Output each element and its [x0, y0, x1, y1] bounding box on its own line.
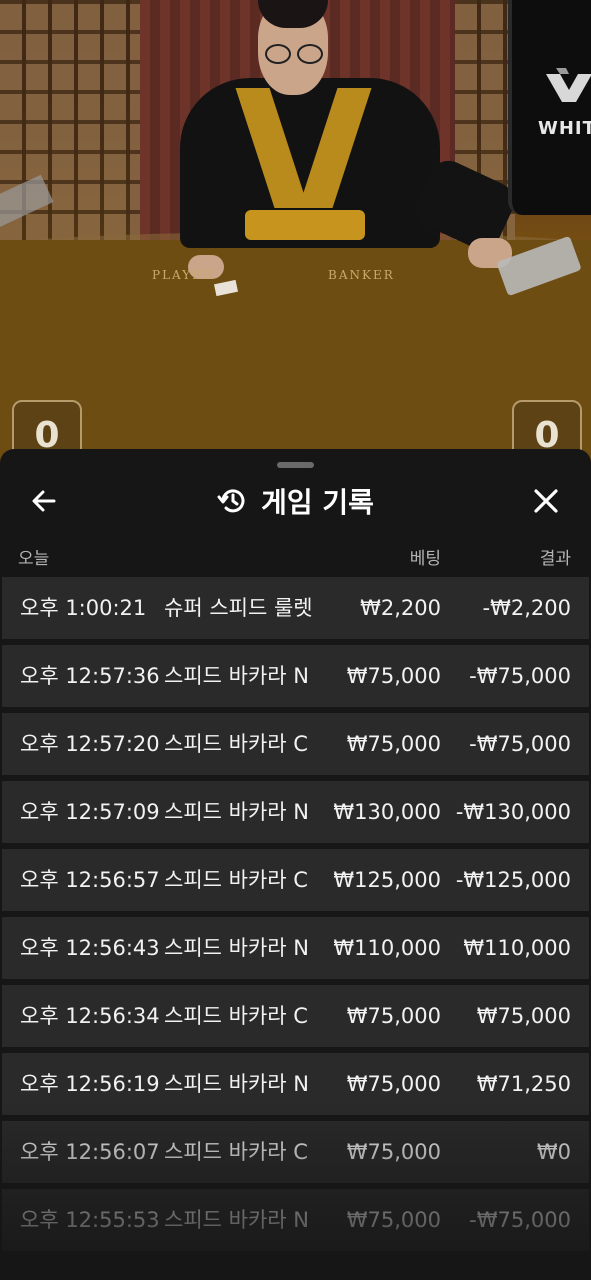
row-bet: ₩125,000: [333, 868, 441, 892]
row-bet: ₩75,000: [346, 664, 441, 688]
row-bet: ₩2,200: [360, 596, 441, 620]
bet-column-header: 베팅: [409, 549, 441, 569]
row-bet: ₩110,000: [333, 936, 441, 960]
row-bet: ₩75,000: [346, 1072, 441, 1096]
row-time: 오후 12:57:09: [20, 800, 160, 824]
row-result: -₩130,000: [455, 800, 571, 824]
close-icon: [534, 489, 558, 513]
row-game: 스피드 바카라 N: [164, 936, 309, 960]
row-time: 오후 12:56:19: [20, 1072, 160, 1096]
row-bet: ₩75,000: [346, 732, 441, 756]
row-result: -₩75,000: [469, 732, 571, 756]
row-game: 스피드 바카라 C: [164, 868, 308, 892]
row-game: 슈퍼 스피드 룰렛: [164, 596, 313, 620]
history-row[interactable]: 오후 12:57:20 스피드 바카라 C ₩75,000 -₩75,000: [2, 713, 589, 775]
row-time: 오후 12:55:53: [20, 1208, 160, 1232]
history-row[interactable]: 오후 12:56:19 스피드 바카라 N ₩75,000 ₩71,250: [2, 1053, 589, 1115]
brand-logo-icon: [546, 68, 591, 102]
row-game: 스피드 바카라 N: [164, 1208, 309, 1232]
history-row[interactable]: 오후 12:56:43 스피드 바카라 N ₩110,000 ₩110,000: [2, 917, 589, 979]
row-time: 오후 12:56:43: [20, 936, 160, 960]
row-result: ₩71,250: [476, 1072, 571, 1096]
live-dealer-video: PLAYER BANKER WHITE 0 0: [0, 0, 591, 470]
row-result: ₩0: [536, 1140, 571, 1164]
row-result: ₩75,000: [476, 1004, 571, 1028]
drag-handle[interactable]: [277, 462, 314, 468]
row-time: 오후 1:00:21: [20, 596, 147, 620]
row-time: 오후 12:57:36: [20, 664, 160, 688]
row-time: 오후 12:57:20: [20, 732, 160, 756]
row-game: 스피드 바카라 C: [164, 1140, 308, 1164]
history-row[interactable]: 오후 12:56:07 스피드 바카라 C ₩75,000 ₩0: [2, 1121, 589, 1183]
row-result: -₩125,000: [455, 868, 571, 892]
date-group-label: 오늘: [18, 549, 50, 569]
history-row[interactable]: 오후 1:00:21 슈퍼 스피드 룰렛 ₩2,200 -₩2,200: [2, 577, 589, 639]
felt-banker-label: BANKER: [328, 268, 395, 282]
row-time: 오후 12:56:34: [20, 1004, 160, 1028]
history-row[interactable]: 오후 12:57:09 스피드 바카라 N ₩130,000 -₩130,000: [2, 781, 589, 843]
row-bet: ₩75,000: [346, 1004, 441, 1028]
row-result: ₩110,000: [463, 936, 571, 960]
dealer-glasses: [263, 44, 323, 64]
history-list[interactable]: 오후 1:00:21 슈퍼 스피드 룰렛 ₩2,200 -₩2,200 오후 1…: [0, 577, 591, 1257]
row-game: 스피드 바카라 N: [164, 800, 309, 824]
result-column-header: 결과: [539, 549, 571, 569]
row-game: 스피드 바카라 N: [164, 664, 309, 688]
history-row[interactable]: 오후 12:55:53 스피드 바카라 N ₩75,000 -₩75,000: [2, 1189, 589, 1251]
dealer-sash: [245, 210, 365, 240]
history-row[interactable]: 오후 12:56:34 스피드 바카라 C ₩75,000 ₩75,000: [2, 985, 589, 1047]
row-result: -₩75,000: [469, 664, 571, 688]
row-bet: ₩75,000: [346, 1208, 441, 1232]
history-row[interactable]: 오후 12:56:57 스피드 바카라 C ₩125,000 -₩125,000: [2, 849, 589, 911]
history-row[interactable]: 오후 12:57:36 스피드 바카라 N ₩75,000 -₩75,000: [2, 645, 589, 707]
game-history-sheet: 게임 기록 오늘 베팅 결과 오후 1:00:21 슈퍼 스피드 룰렛 ₩2,2…: [0, 449, 591, 1280]
row-game: 스피드 바카라 C: [164, 732, 308, 756]
row-bet: ₩130,000: [333, 800, 441, 824]
row-bet: ₩75,000: [346, 1140, 441, 1164]
row-game: 스피드 바카라 N: [164, 1072, 309, 1096]
studio-monitor: WHITE: [508, 0, 591, 215]
row-result: -₩2,200: [482, 596, 571, 620]
close-button[interactable]: [526, 481, 566, 521]
row-time: 오후 12:56:57: [20, 868, 160, 892]
row-game: 스피드 바카라 C: [164, 1004, 308, 1028]
page-title: 게임 기록: [261, 486, 374, 519]
history-clock-icon: [217, 489, 245, 513]
row-result: -₩75,000: [469, 1208, 571, 1232]
sheet-header: 게임 기록: [0, 481, 591, 521]
felt-player-label: PLAYER: [152, 268, 214, 282]
brand-logo-text: WHITE: [538, 118, 591, 139]
row-time: 오후 12:56:07: [20, 1140, 160, 1164]
